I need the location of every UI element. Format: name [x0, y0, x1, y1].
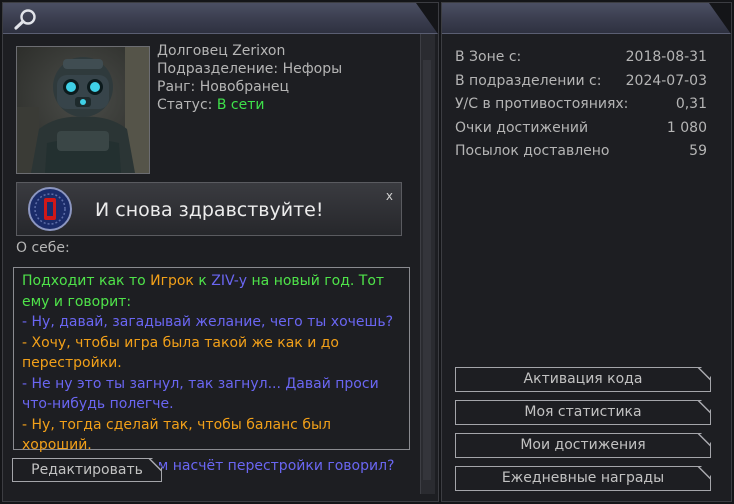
profile-division: Подразделение: Нефоры — [157, 61, 343, 77]
about-segment: - Не ну это ты загнул, так загнул... Дав… — [22, 375, 379, 392]
stat-row: В Зоне с: 2018-08-31 — [455, 46, 707, 70]
search-icon — [14, 9, 36, 30]
about-line: - Не ну это ты загнул, так загнул... Дав… — [22, 374, 401, 395]
status-label: Статус: — [157, 97, 213, 113]
profile-window: Долговец Zerixon Подразделение: Нефоры Р… — [0, 0, 734, 504]
profile-rank: Ранг: Новобранец — [157, 79, 290, 95]
profile-info: Долговец Zerixon Подразделение: Нефоры Р… — [157, 42, 342, 114]
stat-label: В подразделении с: — [455, 72, 602, 89]
about-line: - Ну, тогда сделай так, чтобы баланс был… — [22, 415, 401, 456]
about-segment: - Ну, давай, загадывай желание, чего ты … — [22, 314, 394, 330]
stat-value: 59 — [689, 143, 707, 159]
about-line: - Хочу, чтобы игра была такой же как и д… — [22, 333, 401, 354]
my-stats-button[interactable]: Моя статистика — [455, 400, 711, 425]
search-button[interactable] — [11, 7, 41, 31]
about-line: ему и говорит: — [22, 292, 401, 313]
status-value: В сети — [216, 97, 265, 113]
stats-list: В Зоне с: 2018-08-31 В подразделении с: 202… — [455, 46, 707, 164]
stat-row: Посылок доставлено 59 — [455, 140, 707, 164]
stat-label: У/С в противостояниях: — [455, 96, 629, 112]
about-segment: перестройки. — [22, 355, 122, 371]
edit-button[interactable]: Редактировать — [12, 458, 162, 482]
profile-panel-header — [3, 3, 438, 34]
profile-name: Долговец Zerixon — [157, 43, 286, 59]
about-segment: Подходит как то — [22, 273, 151, 289]
stat-value: 2018-08-31 — [625, 49, 707, 65]
my-achievements-button[interactable]: Мои достижения — [455, 433, 711, 458]
about-segment: Игрок — [150, 273, 194, 289]
stat-row: Очки достижений 1 080 — [455, 117, 707, 141]
about-text: Подходит как то Игрок к ZIV-у на новый г… — [13, 267, 410, 474]
about-segment: - Хочу, чтобы игра была такой же как и д… — [22, 334, 339, 351]
stat-label: Посылок доставлено — [455, 143, 610, 159]
stat-label: Очки достижений — [455, 119, 589, 136]
about-segment: что-нибудь полегче. — [22, 396, 174, 412]
banner-text: И снова здравствуйте! — [95, 199, 324, 221]
about-segment: - Ну, тогда сделай так, чтобы баланс был… — [22, 416, 331, 454]
stat-value: 2024-07-03 — [625, 72, 707, 89]
stat-value: 1 080 — [666, 119, 707, 136]
about-segment: к — [193, 273, 212, 289]
scrollbar-thumb[interactable] — [423, 60, 431, 480]
stat-row: У/С в противостояниях: 0,31 — [455, 93, 707, 117]
daily-rewards-button[interactable]: Ежедневные награды — [455, 466, 711, 491]
about-line: Подходит как то Игрок к ZIV-у на новый г… — [22, 271, 401, 292]
banner-close-button[interactable]: x — [386, 189, 393, 203]
about-line: - Ну, давай, загадывай желание, чего ты … — [22, 312, 401, 333]
about-segment: ему и говорит: — [22, 293, 132, 310]
stat-label: В Зоне с: — [455, 49, 522, 65]
header-corner — [709, 3, 731, 34]
faction-badge-icon — [28, 187, 72, 231]
about-line: перестройки. — [22, 353, 401, 374]
about-line: что-нибудь полегче. — [22, 394, 401, 415]
profile-status: Статус: В сети — [157, 96, 342, 114]
activate-code-button[interactable]: Активация кода — [455, 367, 711, 392]
avatar — [16, 46, 150, 174]
stat-row: В подразделении с: 2024-07-03 — [455, 70, 707, 94]
about-segment: на новый год. Тот — [247, 273, 385, 289]
avatar-image — [17, 47, 149, 173]
header-corner — [416, 3, 438, 34]
about-segment: ZIV-у — [211, 273, 248, 289]
stat-value: 0,31 — [675, 96, 707, 112]
stats-panel-header — [442, 3, 731, 34]
about-label: О себе: — [16, 240, 70, 256]
welcome-banner: И снова здравствуйте! x — [16, 182, 402, 236]
